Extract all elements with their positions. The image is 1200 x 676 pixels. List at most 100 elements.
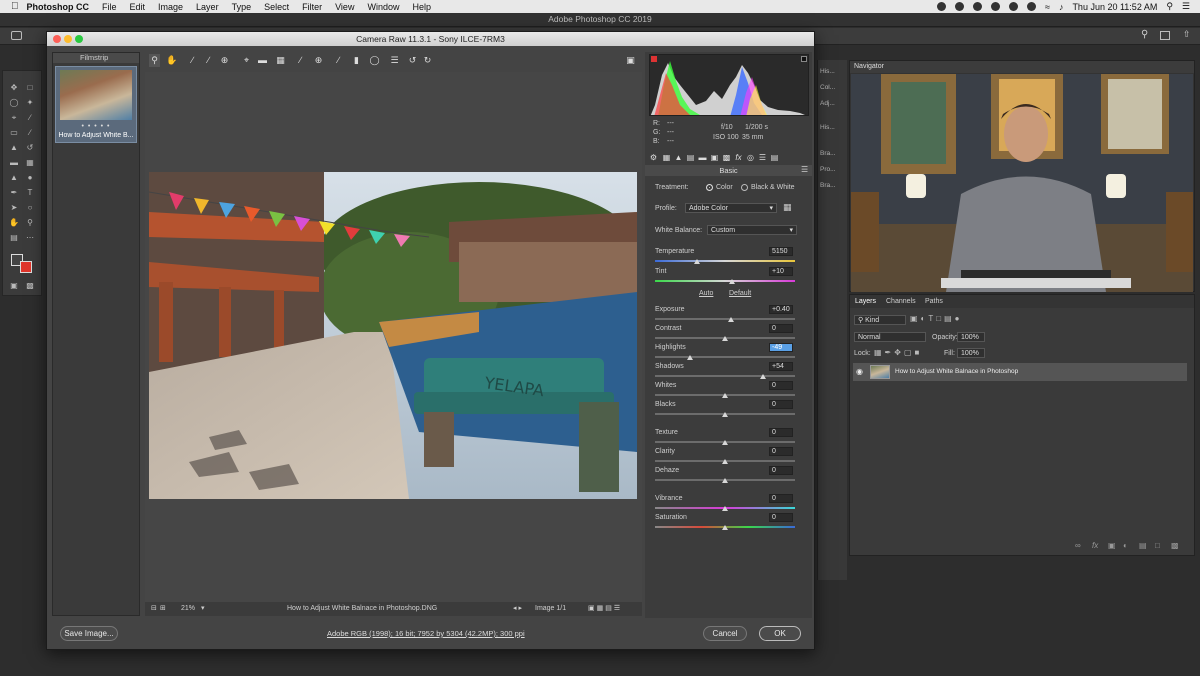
cancel-button[interactable]: Cancel: [703, 626, 747, 641]
menu-edit[interactable]: Edit: [130, 2, 146, 12]
graduated-filter-icon[interactable]: ▮: [351, 54, 362, 67]
tab-calibration-icon[interactable]: ◎: [746, 153, 755, 162]
eraser-tool-icon[interactable]: ▬: [9, 158, 19, 168]
slider-value-input[interactable]: 0: [769, 513, 793, 522]
slider-value-input[interactable]: 0: [769, 466, 793, 475]
creative-cloud-icon[interactable]: [936, 2, 946, 11]
slider-value-input[interactable]: 0: [769, 400, 793, 409]
lock-icons[interactable]: ▦✒✥▢■: [874, 348, 922, 357]
image-preview[interactable]: YELAPA: [145, 72, 642, 602]
status-icon[interactable]: [1008, 2, 1018, 11]
menu-help[interactable]: Help: [412, 2, 431, 12]
slider-track[interactable]: [655, 280, 795, 282]
dodge-tool-icon[interactable]: ●: [25, 173, 35, 183]
crop-icon[interactable]: ⌖: [241, 54, 252, 67]
slider-track[interactable]: [655, 318, 795, 320]
slider-thumb[interactable]: [722, 412, 728, 417]
tab-lens-icon[interactable]: ▣: [710, 153, 719, 162]
preview-photo[interactable]: YELAPA: [149, 172, 637, 499]
new-layer-icon[interactable]: □: [1155, 541, 1160, 550]
rotate-left-icon[interactable]: ↺: [407, 54, 418, 67]
treatment-bw-label[interactable]: Black & White: [751, 184, 795, 191]
gradient-tool-icon[interactable]: ▦: [25, 158, 35, 168]
ok-button[interactable]: OK: [759, 626, 801, 641]
spot-removal-icon[interactable]: ∕: [295, 54, 306, 67]
notification-center-icon[interactable]: ☰: [1182, 1, 1190, 12]
targeted-adjustment-icon[interactable]: ⊕: [219, 54, 230, 67]
slider-thumb[interactable]: [687, 355, 693, 360]
menu-view[interactable]: View: [335, 2, 354, 12]
panel-menu-icon[interactable]: ☰: [801, 165, 808, 174]
slider-thumb[interactable]: [759, 374, 766, 379]
status-icon[interactable]: [990, 2, 1000, 11]
tab-tone-curve-icon[interactable]: ▦: [662, 153, 671, 162]
screen-mode-icon[interactable]: ▩: [25, 281, 35, 291]
volume-icon[interactable]: ♪: [1059, 2, 1064, 12]
slider-value-input[interactable]: +10: [769, 267, 793, 276]
mask-icon[interactable]: ▣: [1108, 541, 1116, 550]
filter-icons[interactable]: ▣◐T□▤●: [910, 314, 963, 323]
group-icon[interactable]: ▤: [1139, 541, 1147, 550]
fx-icon[interactable]: fx: [1092, 541, 1098, 550]
zoom-tool-icon[interactable]: ⚲: [25, 218, 35, 228]
blend-mode-select[interactable]: Normal: [854, 332, 926, 342]
close-window-button[interactable]: [53, 35, 61, 43]
slider-thumb[interactable]: [722, 506, 728, 511]
path-select-icon[interactable]: ➤: [9, 203, 19, 213]
clock[interactable]: Thu Jun 20 11:52 AM: [1072, 2, 1157, 12]
slider-thumb[interactable]: [722, 336, 728, 341]
workflow-options-link[interactable]: Adobe RGB (1998); 16 bit; 7952 by 5304 (…: [327, 629, 525, 638]
zoom-window-button[interactable]: [75, 35, 83, 43]
slider-track[interactable]: [655, 260, 795, 262]
before-after-icons[interactable]: ▣▦▤☰: [588, 602, 622, 616]
shadow-clipping-icon[interactable]: [651, 56, 657, 62]
history-brush-icon[interactable]: ↺: [25, 143, 35, 153]
eyedropper-icon[interactable]: ∕: [25, 113, 35, 123]
default-link[interactable]: Default: [729, 290, 751, 297]
prev-next-image-button[interactable]: ◂ ▸: [513, 602, 522, 616]
zoom-in-button[interactable]: ⊞: [160, 602, 166, 616]
slider-value-input[interactable]: 0: [769, 447, 793, 456]
blur-tool-icon[interactable]: ▲: [9, 173, 19, 183]
navigator-tab[interactable]: Navigator: [850, 61, 1194, 73]
background-color-swatch[interactable]: [20, 261, 32, 273]
slider-value-input[interactable]: 0: [769, 381, 793, 390]
slider-thumb[interactable]: [694, 259, 700, 264]
tab-presets-icon[interactable]: ☰: [758, 153, 767, 162]
slider-track[interactable]: [655, 356, 795, 358]
filmstrip-thumbnail[interactable]: • • • • • How to Adjust White B...: [55, 66, 137, 143]
fill-input[interactable]: 100%: [957, 348, 985, 358]
panel-brushes-icon[interactable]: Bra...: [820, 148, 847, 160]
tab-split-toning-icon[interactable]: ▬: [698, 153, 707, 162]
marquee-tool-icon[interactable]: □: [25, 83, 35, 93]
menu-file[interactable]: File: [102, 2, 117, 12]
quick-mask-icon[interactable]: ▣: [9, 281, 19, 291]
type-tool-icon[interactable]: T: [25, 188, 35, 198]
panel-color-icon[interactable]: Col...: [820, 82, 847, 94]
panel-adjustments-icon[interactable]: Adj...: [820, 98, 847, 110]
tab-channels[interactable]: Channels: [886, 295, 916, 308]
white-balance-tool-icon[interactable]: ∕: [187, 54, 198, 67]
tab-hsl-icon[interactable]: ▤: [686, 153, 695, 162]
slider-thumb[interactable]: [722, 393, 728, 398]
tab-layers[interactable]: Layers: [855, 295, 876, 308]
stamp-tool-icon[interactable]: ▲: [9, 143, 19, 153]
slider-thumb[interactable]: [722, 459, 728, 464]
treatment-bw-radio[interactable]: [741, 184, 748, 191]
treatment-color-radio[interactable]: [706, 184, 713, 191]
radial-filter-icon[interactable]: ◯: [369, 54, 380, 67]
save-image-button[interactable]: Save Image...: [60, 626, 118, 641]
wifi-icon[interactable]: ≈: [1045, 2, 1050, 12]
trash-icon[interactable]: ▩: [1171, 541, 1179, 550]
treatment-color-label[interactable]: Color: [716, 184, 733, 191]
apple-icon[interactable]: : [11, 1, 19, 12]
slider-value-input[interactable]: +0.40: [769, 305, 793, 314]
slider-track[interactable]: [655, 375, 795, 377]
panel-properties-icon[interactable]: Pro...: [820, 164, 847, 176]
status-icon[interactable]: [972, 2, 982, 11]
tab-transform-icon[interactable]: ▩: [722, 153, 731, 162]
fullscreen-icon[interactable]: ▣: [625, 54, 636, 67]
tab-basic-icon[interactable]: ⚙: [649, 153, 658, 162]
layer-kind-filter[interactable]: ⚲ Kind: [854, 315, 906, 325]
status-icon[interactable]: [954, 2, 964, 11]
